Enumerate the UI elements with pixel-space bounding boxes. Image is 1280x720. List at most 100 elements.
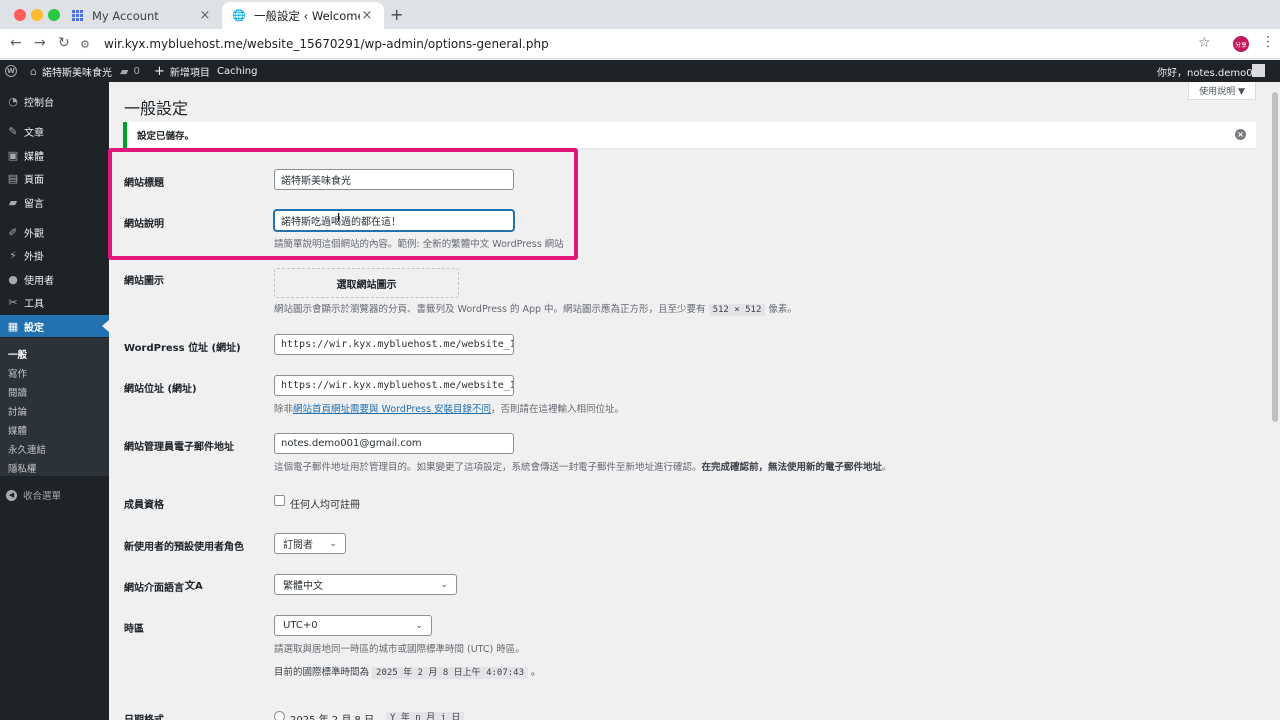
profile-avatar[interactable]: 分享	[1233, 36, 1249, 52]
sidebar-item-pages[interactable]: ▤ 頁面	[0, 167, 109, 189]
scrollbar-thumb[interactable]	[1272, 92, 1278, 422]
minimize-window-button[interactable]	[31, 9, 43, 21]
anyone-can-register-label[interactable]: 任何人均可註冊	[290, 496, 360, 511]
user-avatar[interactable]	[1252, 64, 1265, 77]
reload-icon[interactable]: ↻	[58, 35, 70, 51]
language-value: 繁體中文	[283, 581, 323, 592]
close-window-button[interactable]	[14, 9, 26, 21]
default-role-select[interactable]: 訂閱者 ⌄	[274, 533, 346, 554]
tab-title: 一般設定 ‹ Welcome — WordPress	[254, 8, 360, 23]
submenu-general[interactable]: 一般	[8, 347, 27, 361]
sidebar-item-appearance[interactable]: ✐ 外觀	[0, 221, 109, 243]
chevron-down-icon: ⌄	[440, 579, 448, 590]
dismiss-notice-icon[interactable]: ×	[1235, 129, 1246, 140]
submenu-media[interactable]: 媒體	[8, 423, 27, 437]
chevron-down-icon: ⌄	[415, 620, 423, 631]
chevron-down-icon: ⌄	[329, 538, 337, 549]
submenu-writing[interactable]: 寫作	[8, 366, 27, 380]
sidebar-item-label: 設定	[24, 322, 44, 334]
site-title-input[interactable]: 諾特斯美味食光	[274, 169, 514, 190]
submenu-reading[interactable]: 閱讀	[8, 385, 27, 399]
account-link[interactable]: 你好，notes.demo001	[1157, 60, 1265, 82]
utc-time-info: 目前的國際標準時間為 2025 年 2 月 8 日上午 4:07:43 。	[274, 664, 541, 679]
comments-link[interactable]: ▰ 0	[120, 60, 140, 82]
timezone-value: UTC+0	[283, 620, 318, 631]
site-icon-description: 網站圖示會顯示於瀏覽器的分頁、書籤列及 WordPress 的 App 中。網站…	[274, 301, 797, 316]
active-indicator	[102, 320, 109, 332]
sidebar-item-label: 留言	[24, 198, 44, 210]
text-cursor-icon: I	[337, 211, 341, 224]
brush-icon: ✐	[8, 225, 18, 239]
site-address-label: 網站位址 (網址)	[124, 384, 197, 395]
date-format-option[interactable]: 2025 年 2 月 8 日	[290, 711, 374, 720]
close-tab-icon[interactable]: ×	[198, 8, 212, 23]
dashboard-icon: ◔	[8, 94, 18, 108]
tab-general-settings[interactable]: 🌐 一般設定 ‹ Welcome — WordPress ×	[222, 2, 384, 29]
language-select[interactable]: 繁體中文 ⌄	[274, 574, 457, 595]
caching-link[interactable]: Caching	[217, 60, 257, 82]
sidebar-item-label: 工具	[24, 298, 44, 310]
collapse-menu-button[interactable]: ◀ 收合選單	[6, 488, 61, 502]
admin-email-input[interactable]: notes.demo001@gmail.com	[274, 433, 514, 454]
sidebar-item-comments[interactable]: ▰ 留言	[0, 191, 109, 213]
submenu-discussion[interactable]: 討論	[8, 404, 27, 418]
maximize-window-button[interactable]	[48, 9, 60, 21]
site-name-link[interactable]: ⌂ 諾特斯美味食光	[30, 60, 112, 82]
submenu-permalinks[interactable]: 永久連結	[8, 442, 46, 456]
wp-logo-button[interactable]: W	[5, 60, 17, 82]
page-icon: ▤	[7, 171, 19, 185]
admin-email-desc-bold: 在完成確認前，無法使用新的電子郵件地址	[701, 462, 883, 473]
wrench-icon: ✂	[8, 295, 18, 309]
membership-label: 成員資格	[124, 500, 164, 511]
close-tab-icon[interactable]: ×	[360, 8, 374, 23]
tagline-label: 網站說明	[124, 219, 164, 230]
tagline-description: 請簡單說明這個網站的內容。範例: 全新的繁體中文 WordPress 網站	[274, 239, 564, 250]
site-address-description: 除非網站首頁網址需要與 WordPress 安裝目錄不同，否則請在這裡輸入相同位…	[274, 401, 624, 415]
address-bar[interactable]: ⚙ wir.kyx.mybluehost.me/website_15670291…	[80, 32, 1230, 56]
browser-menu-icon[interactable]: ⋮	[1261, 34, 1275, 50]
sidebar-item-settings[interactable]: ▦ 設定	[0, 315, 109, 337]
timezone-label: 時區	[124, 624, 144, 635]
admin-email-desc-prefix: 這個電子郵件地址用於管理目的。如果變更了這項設定，系統會傳送一封電子郵件至新地址…	[274, 462, 702, 473]
sidebar-item-plugins[interactable]: ⚡ 外掛	[0, 244, 109, 266]
translation-icon: 文A	[185, 581, 203, 592]
tab-my-account[interactable]: My Account ×	[60, 2, 222, 29]
sidebar-item-users[interactable]: ● 使用者	[0, 268, 109, 290]
sidebar-item-label: 媒體	[24, 151, 44, 163]
bookmark-star-icon[interactable]: ☆	[1198, 35, 1211, 51]
admin-email-description: 這個電子郵件地址用於管理目的。如果變更了這項設定，系統會傳送一封電子郵件至新地址…	[274, 459, 892, 473]
utc-time-prefix: 目前的國際標準時間為	[274, 667, 370, 678]
plus-icon: +	[154, 63, 165, 79]
site-info-icon[interactable]: ⚙	[80, 38, 96, 51]
site-address-help-link[interactable]: 網站首頁網址需要與 WordPress 安裝目錄不同	[293, 404, 491, 415]
timezone-select[interactable]: UTC+0 ⌄	[274, 615, 432, 636]
select-site-icon-button[interactable]: 選取網站圖示	[274, 268, 459, 298]
site-icon-desc-suffix: 像素。	[768, 304, 797, 315]
new-tab-button[interactable]: +	[390, 5, 403, 24]
default-role-label: 新使用者的預設使用者角色	[124, 542, 244, 553]
sidebar-item-tools[interactable]: ✂ 工具	[0, 291, 109, 313]
pin-icon: ✎	[8, 124, 18, 138]
new-item-link[interactable]: + 新增項目	[154, 60, 210, 82]
back-arrow-icon[interactable]: ←	[10, 35, 22, 51]
admin-email-desc-suffix: 。	[882, 462, 892, 473]
wp-address-input[interactable]: https://wir.kyx.mybluehost.me/website_15…	[274, 334, 514, 355]
anyone-can-register-checkbox[interactable]	[274, 495, 285, 506]
forward-arrow-icon[interactable]: →	[34, 35, 46, 51]
tab-title: My Account	[92, 8, 159, 23]
language-label: 網站介面語言	[124, 583, 184, 594]
sidebar-item-media[interactable]: ▣ 媒體	[0, 144, 109, 166]
plug-icon: ⚡	[9, 248, 17, 262]
sidebar-item-posts[interactable]: ✎ 文章	[0, 120, 109, 142]
help-tab-button[interactable]: 使用說明 ▼	[1188, 82, 1256, 100]
home-icon: ⌂	[30, 64, 37, 78]
site-address-input[interactable]: https://wir.kyx.mybluehost.me/website_15…	[274, 375, 514, 396]
default-role-value: 訂閱者	[283, 540, 313, 551]
page-scrollbar[interactable]	[1270, 82, 1280, 720]
sidebar-item-dashboard[interactable]: ◔ 控制台	[0, 90, 109, 112]
tagline-input[interactable]: 諾特斯吃過喝過的都在這！	[274, 210, 514, 231]
date-format-code: Y 年 n 月 j 日	[386, 710, 465, 720]
submenu-privacy[interactable]: 隱私權	[8, 461, 37, 475]
date-format-radio[interactable]	[274, 711, 285, 720]
comment-icon: ▰	[8, 195, 18, 209]
